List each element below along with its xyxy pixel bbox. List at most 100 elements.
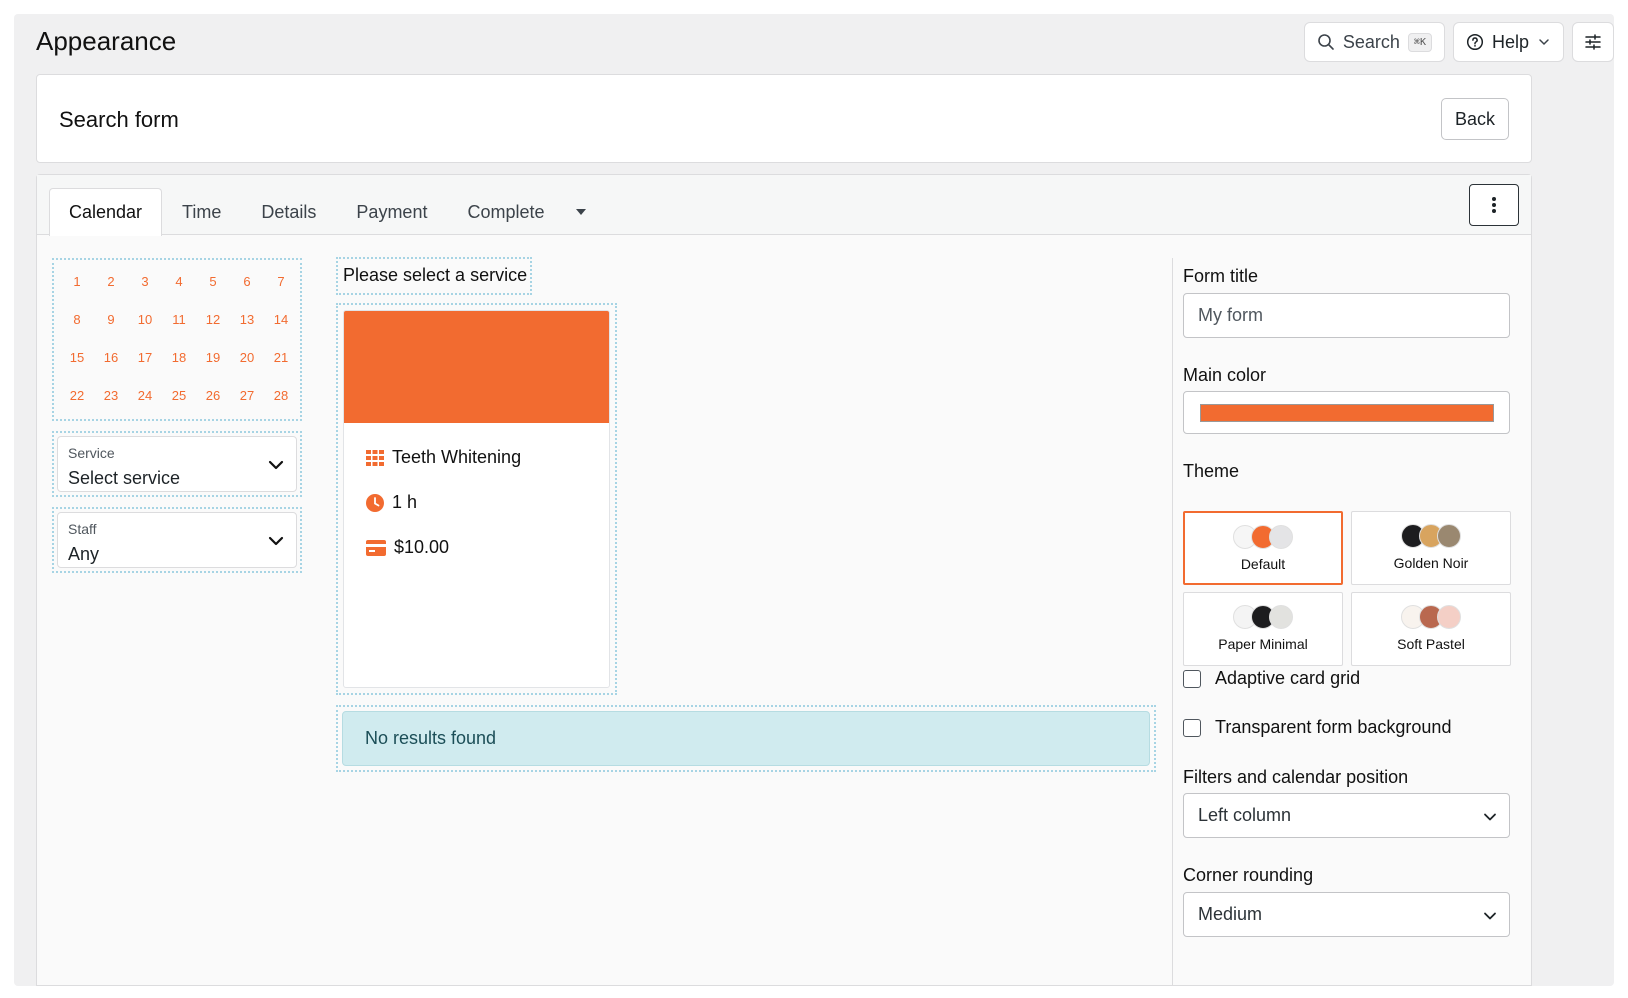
tab-calendar[interactable]: Calendar [49, 188, 163, 236]
calendar-widget: 1 2 3 4 5 6 7 8 9 10 11 12 13 14 15 16 17 18 19 20 21 22 23 24 2… [52, 258, 302, 421]
chevron-down-icon [1484, 912, 1496, 920]
form-title-label: Form title [1183, 266, 1259, 286]
service-select[interactable]: Service Select service [57, 436, 297, 492]
calendar-day[interactable]: 10 [128, 310, 162, 329]
calendar-day[interactable]: 21 [264, 348, 298, 367]
page-title: Appearance [36, 26, 177, 56]
theme-color-dots [1233, 525, 1293, 549]
calendar-day[interactable]: 22 [60, 386, 94, 405]
no-results-notice: No results found [342, 711, 1150, 766]
service-filter-wrap: Service Select service [52, 431, 302, 497]
calendar-day[interactable]: 9 [94, 310, 128, 329]
calendar-day[interactable]: 12 [196, 310, 230, 329]
header-panel: Search form Back [36, 74, 1532, 163]
chevron-down-icon [1484, 813, 1496, 821]
calendar-day[interactable]: 18 [162, 348, 196, 367]
help-button-label: Help [1491, 31, 1529, 52]
calendar-day[interactable]: 2 [94, 272, 128, 291]
corner-rounding-label: Corner rounding [1183, 865, 1314, 885]
filters-position-value: Left column [1198, 805, 1292, 825]
editor-panel: Calendar Time Details Payment Complete 1… [36, 174, 1532, 986]
calendar-day[interactable]: 25 [162, 386, 196, 405]
calendar-day[interactable]: 27 [230, 386, 264, 405]
transparent-background-checkbox[interactable] [1183, 718, 1201, 737]
adaptive-card-grid-option[interactable]: Adaptive card grid [1183, 668, 1360, 689]
calendar-day[interactable]: 4 [162, 272, 196, 291]
service-name-row: Teeth Whitening [366, 447, 521, 468]
step-tabs: Calendar Time Details Payment Complete [49, 188, 595, 236]
staff-select-value: Any [68, 544, 100, 564]
help-button[interactable]: Help [1452, 22, 1564, 62]
chevron-down-icon [268, 536, 284, 546]
calendar-day[interactable]: 19 [196, 348, 230, 367]
search-icon [1318, 34, 1334, 50]
top-actions: Search ⌘K Help [1303, 22, 1614, 62]
staff-filter-wrap: Staff Any [52, 507, 302, 573]
theme-color-dots [1401, 605, 1461, 629]
theme-option-paper-minimal[interactable]: Paper Minimal [1183, 592, 1343, 666]
service-price: $10.00 [394, 537, 450, 557]
filters-position-label: Filters and calendar position [1183, 767, 1409, 787]
main-color-picker[interactable] [1183, 391, 1510, 434]
calendar-day[interactable]: 14 [264, 310, 298, 329]
main-color-swatch [1200, 404, 1494, 422]
theme-option-golden-noir[interactable]: Golden Noir [1351, 511, 1511, 585]
search-button[interactable]: Search ⌘K [1303, 22, 1445, 62]
section-title: Search form [59, 107, 179, 132]
grid-icon [366, 449, 384, 466]
calendar-day[interactable]: 13 [230, 310, 264, 329]
service-name: Teeth Whitening [392, 447, 522, 467]
calendar-day[interactable]: 7 [264, 272, 298, 291]
theme-options: Default Golden Noir Paper Minimal Soft Past… [1183, 511, 1511, 666]
staff-select[interactable]: Staff Any [57, 512, 297, 568]
theme-color-dot [1437, 524, 1461, 548]
calendar-day[interactable]: 17 [128, 348, 162, 367]
tabs-dropdown-caret[interactable] [567, 188, 595, 235]
clock-icon [366, 493, 384, 512]
calendar-day[interactable]: 23 [94, 386, 128, 405]
help-circle-icon [1466, 33, 1484, 51]
calendar-day[interactable]: 1 [60, 272, 94, 291]
tab-time[interactable]: Time [162, 188, 241, 235]
chevron-down-icon [1539, 39, 1549, 46]
staff-select-label: Staff [68, 521, 97, 537]
calendar-day[interactable]: 3 [128, 272, 162, 291]
adaptive-card-grid-checkbox[interactable] [1183, 669, 1201, 688]
calendar-day[interactable]: 15 [60, 348, 94, 367]
theme-color-dots [1233, 605, 1293, 629]
theme-option-soft-pastel[interactable]: Soft Pastel [1351, 592, 1511, 666]
settings-sidebar: Form title My form Main color Theme Defa… [1172, 258, 1532, 986]
back-button[interactable]: Back [1440, 98, 1509, 140]
calendar-day[interactable]: 6 [230, 272, 264, 291]
transparent-background-option[interactable]: Transparent form background [1183, 717, 1451, 738]
calendar-day[interactable]: 16 [94, 348, 128, 367]
calendar-day[interactable]: 24 [128, 386, 162, 405]
calendar-day[interactable]: 5 [196, 272, 230, 291]
no-results-wrap: No results found [336, 705, 1156, 772]
corner-rounding-select[interactable]: Medium [1183, 892, 1510, 937]
theme-color-dots [1401, 524, 1461, 548]
tab-complete[interactable]: Complete [447, 188, 564, 235]
display-options-button[interactable] [1572, 22, 1614, 62]
theme-color-dot [1269, 605, 1293, 629]
service-duration-row: 1 h [366, 492, 417, 513]
calendar-day[interactable]: 26 [196, 386, 230, 405]
search-button-label: Search [1342, 31, 1400, 52]
filters-position-select[interactable]: Left column [1183, 793, 1510, 838]
service-price-row: $10.00 [366, 537, 449, 558]
calendar-day[interactable]: 20 [230, 348, 264, 367]
calendar-day[interactable]: 11 [162, 310, 196, 329]
tab-details[interactable]: Details [241, 188, 336, 235]
service-duration: 1 h [392, 492, 418, 512]
form-title-input[interactable]: My form [1183, 293, 1510, 338]
calendar-day[interactable]: 28 [264, 386, 298, 405]
more-options-button[interactable] [1469, 184, 1519, 226]
theme-color-dot [1437, 605, 1461, 629]
tabs-bar: Calendar Time Details Payment Complete [37, 175, 1531, 236]
theme-color-dot [1269, 525, 1293, 549]
tab-payment[interactable]: Payment [336, 188, 447, 235]
theme-name: Golden Noir [1393, 555, 1469, 571]
calendar-day[interactable]: 8 [60, 310, 94, 329]
theme-option-default[interactable]: Default [1183, 511, 1343, 585]
service-card[interactable]: Teeth Whitening 1 h $10.00 [343, 310, 610, 688]
